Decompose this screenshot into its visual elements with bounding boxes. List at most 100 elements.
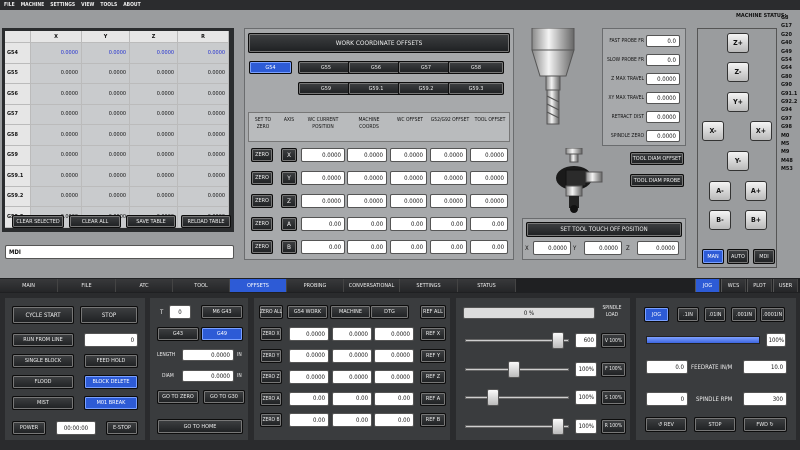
menu-file[interactable]: FILE: [4, 2, 15, 8]
table-button-0[interactable]: CLEAR SELECTED: [12, 215, 64, 228]
table-cell[interactable]: 0.0000: [130, 63, 178, 84]
wco-value[interactable]: 0.00: [301, 240, 345, 254]
jog-increment-4[interactable]: .0001IN: [760, 307, 785, 322]
zero-all-button[interactable]: ZERO ALL: [259, 305, 283, 319]
table-row-name[interactable]: G54: [5, 43, 31, 64]
tab-atc[interactable]: ATC: [116, 279, 173, 292]
table-cell[interactable]: 0.0000: [178, 63, 229, 84]
override-slider-knob[interactable]: [552, 417, 565, 435]
table-cell[interactable]: 0.0000: [178, 125, 229, 146]
wco-value[interactable]: 0.0000: [301, 194, 345, 208]
wco-g59.1-button[interactable]: G59.1: [348, 82, 404, 95]
menu-settings[interactable]: SETTINGS: [50, 2, 75, 8]
wco-value[interactable]: 0.0000: [347, 194, 387, 208]
probe-field-input[interactable]: 0.0: [646, 54, 680, 66]
jog-y-plus-button[interactable]: Y+: [727, 92, 749, 112]
wco-value[interactable]: 0.0000: [390, 194, 427, 208]
tab-status[interactable]: STATUS: [458, 279, 516, 292]
flood-button[interactable]: FLOOD: [12, 375, 74, 389]
zero-z-button[interactable]: ZERO: [251, 194, 273, 208]
m01-break-button[interactable]: M01 BREAK: [84, 396, 138, 410]
wco-value[interactable]: 0.00: [390, 240, 427, 254]
probe-field-input[interactable]: 0.0000: [646, 111, 680, 123]
wco-value[interactable]: 0.0000: [430, 148, 467, 162]
jog-increment-3[interactable]: .001IN: [731, 307, 757, 322]
wco-value[interactable]: 0.00: [430, 240, 467, 254]
estop-button[interactable]: E-STOP: [106, 421, 138, 435]
table-cell[interactable]: 0.0000: [31, 43, 82, 64]
spindle-stop-button[interactable]: STOP: [694, 417, 736, 432]
wco-value[interactable]: 0.0000: [347, 148, 387, 162]
table-cell[interactable]: 0.0000: [82, 84, 130, 105]
touch-off-y-input[interactable]: 0.0000: [584, 241, 622, 255]
set-tool-touch-off-button[interactable]: SET TOOL TOUCH OFF POSITION: [526, 222, 682, 237]
jog-a-plus-button[interactable]: A+: [745, 181, 767, 201]
table-cell[interactable]: 0.0000: [178, 43, 229, 64]
wco-value[interactable]: 0.0000: [470, 171, 508, 185]
table-cell[interactable]: 0.0000: [31, 145, 82, 166]
wco-value[interactable]: 0.00: [347, 217, 387, 231]
cycle-start-button[interactable]: CYCLE START: [12, 306, 74, 324]
table-cell[interactable]: 0.0000: [31, 125, 82, 146]
mode-mdi-button[interactable]: MDI: [753, 249, 775, 264]
table-cell[interactable]: 0.0000: [178, 84, 229, 105]
menu-tools[interactable]: TOOLS: [100, 2, 117, 8]
wco-value[interactable]: 0.00: [470, 217, 508, 231]
dro-zero-button[interactable]: ZERO Y: [260, 348, 282, 363]
table-cell[interactable]: 0.0000: [130, 104, 178, 125]
mode-man-button[interactable]: MAN: [702, 249, 724, 264]
table-cell[interactable]: 0.0000: [31, 166, 82, 187]
wco-g54-button[interactable]: G54: [249, 61, 292, 74]
table-cell[interactable]: 0.0000: [82, 125, 130, 146]
tool-number-input[interactable]: 0: [169, 305, 191, 319]
zero-x-button[interactable]: ZERO: [251, 148, 273, 162]
jog-y-minus-button[interactable]: Y-: [727, 151, 749, 171]
wco-value[interactable]: 0.0000: [470, 194, 508, 208]
wco-g59-button[interactable]: G59: [298, 82, 354, 95]
table-button-3[interactable]: RELOAD TABLE: [181, 215, 231, 228]
table-cell[interactable]: 0.0000: [82, 43, 130, 64]
wco-value[interactable]: 0.00: [430, 217, 467, 231]
table-cell[interactable]: 0.0000: [31, 63, 82, 84]
override-slider-knob[interactable]: [486, 389, 499, 406]
mist-button[interactable]: MIST: [12, 396, 74, 410]
wco-value[interactable]: 0.0000: [430, 171, 467, 185]
wco-g58-button[interactable]: G58: [448, 61, 504, 74]
jog-x-plus-button[interactable]: X+: [750, 121, 772, 141]
table-cell[interactable]: 0.0000: [82, 186, 130, 207]
wco-value[interactable]: 0.00: [390, 217, 427, 231]
table-cell[interactable]: 0.0000: [178, 145, 229, 166]
zero-b-button[interactable]: ZERO: [251, 240, 273, 254]
tool-length-input[interactable]: 0.0000: [182, 349, 234, 361]
stop-button[interactable]: STOP: [80, 306, 138, 324]
table-button-2[interactable]: SAVE TABLE: [126, 215, 176, 228]
tab-probing[interactable]: PROBING: [287, 279, 344, 292]
wco-g59.2-button[interactable]: G59.2: [398, 82, 454, 95]
probe-field-input[interactable]: 0.0: [646, 35, 680, 47]
right-tab-plot[interactable]: PLOT: [747, 279, 772, 292]
table-row-name[interactable]: G57: [5, 104, 31, 125]
go-to-zero-button[interactable]: GO TO ZERO: [157, 390, 199, 404]
tab-settings[interactable]: SETTINGS: [400, 279, 458, 292]
touch-off-z-input[interactable]: 0.0000: [637, 241, 679, 255]
table-cell[interactable]: 0.0000: [31, 186, 82, 207]
jog-increment-1[interactable]: .1IN: [677, 307, 699, 322]
wco-g55-button[interactable]: G55: [298, 61, 354, 74]
table-row-name[interactable]: G59.2: [5, 186, 31, 207]
table-cell[interactable]: 0.0000: [178, 104, 229, 125]
dro-ref-button[interactable]: REF A: [420, 391, 446, 406]
mdi-input[interactable]: MDI: [5, 245, 234, 259]
zero-y-button[interactable]: ZERO: [251, 171, 273, 185]
table-cell[interactable]: 0.0000: [130, 125, 178, 146]
go-to-home-button[interactable]: GO TO HOME: [157, 419, 243, 434]
table-row-name[interactable]: G55: [5, 63, 31, 84]
tool-diam-input[interactable]: 0.0000: [182, 370, 234, 382]
table-cell[interactable]: 0.0000: [178, 166, 229, 187]
ref-all-button[interactable]: REF ALL: [420, 305, 446, 319]
table-button-1[interactable]: CLEAR ALL: [69, 215, 121, 228]
wco-value[interactable]: 0.0000: [430, 194, 467, 208]
single-block-button[interactable]: SINGLE BLOCK: [12, 354, 74, 368]
dro-zero-button[interactable]: ZERO A: [260, 391, 282, 406]
g43-button[interactable]: G43: [157, 327, 199, 341]
wco-value[interactable]: 0.0000: [390, 171, 427, 185]
